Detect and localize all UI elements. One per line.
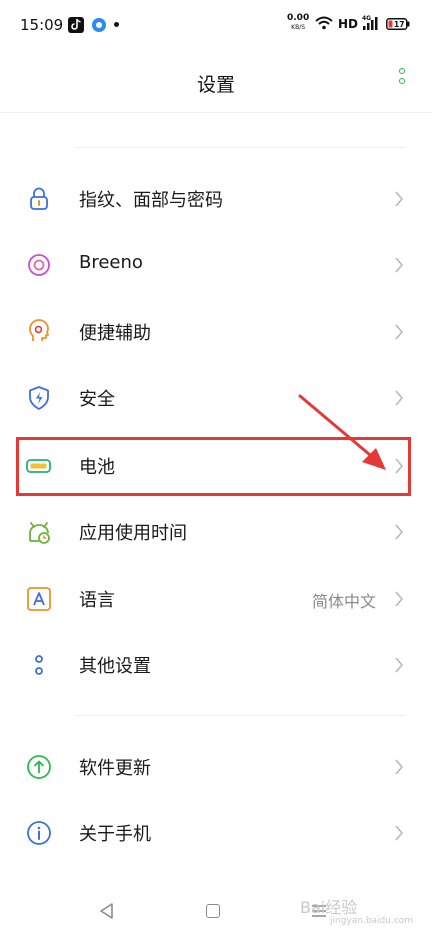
settings-item-label: 其他设置 <box>79 656 151 677</box>
app-timer-icon <box>29 522 50 544</box>
network-speed-unit: KB/S <box>291 24 306 31</box>
signal-icon: 4G <box>362 15 378 30</box>
settings-item-app-usage-time[interactable]: 应用使用时间 <box>0 499 432 565</box>
language-current-value: 简体中文 <box>311 592 376 611</box>
watermark-url: jingyan.baidu.com <box>330 916 414 926</box>
chevron-right-icon <box>395 524 404 540</box>
shield-icon <box>29 386 49 410</box>
wifi-icon <box>315 16 333 30</box>
app-notification-icon <box>92 18 106 32</box>
section-divider <box>76 147 406 148</box>
settings-item-breeno[interactable]: Breeno <box>0 232 432 298</box>
settings-item-label: 便捷辅助 <box>79 323 151 344</box>
settings-item-convenience-assist[interactable]: 便捷辅助 <box>0 299 432 365</box>
section-divider <box>76 715 406 716</box>
settings-item-label: 指纹、面部与密码 <box>79 190 223 211</box>
settings-item-language[interactable]: 语言 简体中文 <box>0 566 432 632</box>
language-icon <box>27 587 51 611</box>
more-settings-icon <box>35 655 43 675</box>
page-title: 设置 <box>196 74 235 96</box>
more-options-button[interactable] <box>393 68 411 94</box>
chevron-right-icon <box>395 324 404 340</box>
lock-icon <box>30 187 48 210</box>
settings-item-fingerprint-face-password[interactable]: 指纹、面部与密码 <box>0 166 432 232</box>
settings-item-label: 语言 <box>79 590 115 611</box>
hd-indicator: HD <box>338 17 359 31</box>
more-dot-icon <box>399 68 405 74</box>
chevron-right-icon <box>395 191 404 207</box>
back-icon[interactable] <box>98 902 114 920</box>
navigation-bar: Bai经验 jingyan.baidu.com <box>0 880 432 932</box>
settings-item-software-update[interactable]: 软件更新 <box>0 734 432 800</box>
settings-item-label: 安全 <box>79 389 115 410</box>
assistant-icon <box>29 319 49 341</box>
home-icon[interactable] <box>206 904 220 918</box>
chevron-right-icon <box>395 657 404 673</box>
title-bar: 设置 <box>0 52 432 113</box>
settings-item-label: Breeno <box>79 252 143 273</box>
settings-item-other-settings[interactable]: 其他设置 <box>0 632 432 698</box>
status-time: 15:09 <box>20 16 64 34</box>
settings-item-about-phone[interactable]: 关于手机 <box>0 800 432 866</box>
chevron-right-icon <box>395 825 404 841</box>
update-icon <box>27 755 51 779</box>
svg-text:4G: 4G <box>362 15 371 22</box>
chevron-right-icon <box>395 257 404 273</box>
tiktok-notification-icon <box>68 17 84 33</box>
chevron-right-icon <box>395 591 404 607</box>
chevron-right-icon <box>395 759 404 775</box>
settings-item-label: 软件更新 <box>79 758 151 779</box>
network-speed-value: 0.00 <box>287 13 310 23</box>
chevron-right-icon <box>395 390 404 406</box>
battery-status-icon: 17 <box>386 18 410 30</box>
status-bar: 15:09 0.00 KB/S HD 4G 17 <box>0 0 432 52</box>
settings-item-label: 关于手机 <box>79 824 151 845</box>
more-dot-icon <box>399 78 405 84</box>
battery-level: 17 <box>394 20 404 29</box>
more-notifications-dot <box>114 22 119 27</box>
annotation-arrow-icon <box>298 394 386 470</box>
breeno-icon <box>28 254 50 276</box>
network-speed: 0.00 KB/S <box>287 14 309 32</box>
info-icon <box>27 821 51 845</box>
watermark: Bai经验 <box>300 898 358 917</box>
settings-item-label: 应用使用时间 <box>79 523 187 544</box>
